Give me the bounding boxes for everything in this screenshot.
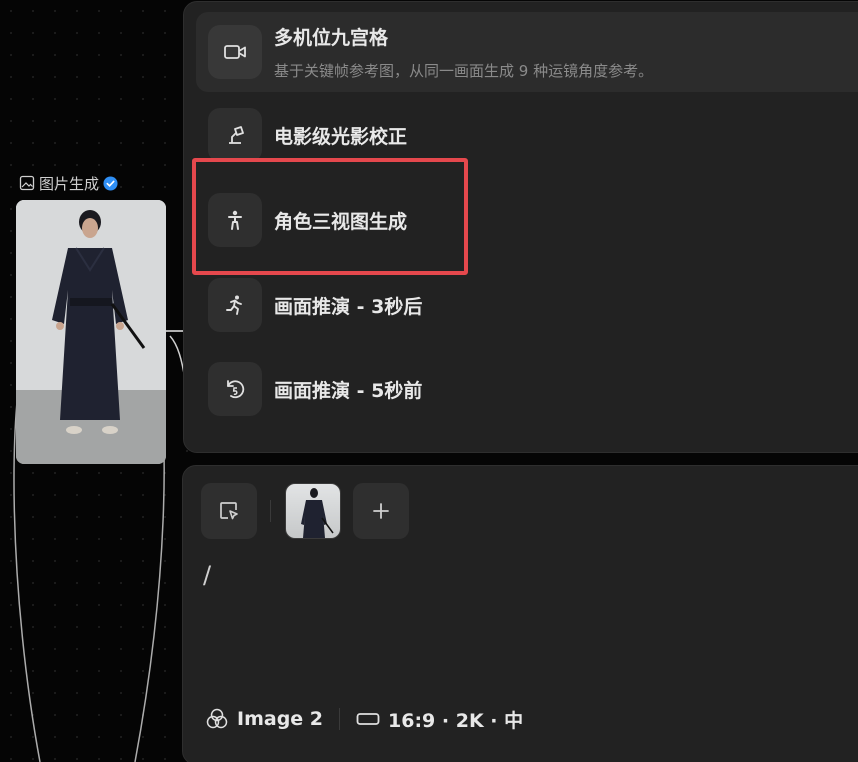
add-reference-button[interactable] bbox=[353, 483, 409, 539]
prompt-input[interactable]: / bbox=[203, 561, 211, 589]
menu-item-multi-camera-grid[interactable]: 多机位九宫格 基于关键帧参考图，从同一画面生成 9 种运镜角度参考。 bbox=[196, 12, 858, 92]
node-header[interactable]: 图片生成 bbox=[19, 172, 118, 194]
model-name: Image 2 bbox=[237, 708, 324, 730]
video-camera-icon bbox=[208, 25, 262, 79]
plus-icon bbox=[373, 503, 389, 519]
select-cursor-icon bbox=[220, 502, 238, 520]
settings-summary: 16:9 · 2K · 中 bbox=[388, 709, 524, 732]
select-area-button[interactable] bbox=[201, 483, 257, 539]
toolbar-divider bbox=[270, 500, 271, 522]
model-selector[interactable]: Image 2 bbox=[205, 707, 323, 731]
menu-item-title: 画面推演 - 3秒后 bbox=[274, 295, 423, 318]
menu-item-title: 电影级光影校正 bbox=[274, 125, 408, 148]
menu-item-title: 多机位九宫格 bbox=[274, 27, 389, 49]
menu-item-forward-3s[interactable]: 画面推演 - 3秒后 bbox=[196, 277, 858, 333]
quick-action-menu: 多机位九宫格 基于关键帧参考图，从同一画面生成 9 种运镜角度参考。 电影级光影… bbox=[183, 1, 858, 453]
samurai-figure-image bbox=[16, 200, 166, 464]
menu-item-cinematic-lighting[interactable]: 电影级光影校正 bbox=[196, 107, 858, 163]
rewind-5-icon bbox=[208, 362, 262, 416]
settings-selector[interactable]: 16:9 · 2K · 中 bbox=[356, 706, 523, 733]
menu-item-title: 角色三视图生成 bbox=[274, 210, 408, 233]
menu-item-description: 基于关键帧参考图，从同一画面生成 9 种运镜角度参考。 bbox=[274, 62, 654, 80]
menu-item-title: 画面推演 - 5秒前 bbox=[274, 379, 423, 402]
image-icon bbox=[19, 175, 35, 191]
model-logo-icon bbox=[206, 708, 228, 729]
footer-divider bbox=[339, 708, 341, 730]
verified-check-icon bbox=[103, 175, 118, 191]
reference-image-thumbnail[interactable] bbox=[285, 483, 341, 539]
menu-item-backward-5s[interactable]: 画面推演 - 5秒前 bbox=[196, 361, 858, 417]
prompt-composer: / Image 2 16:9 · 2K · 中 bbox=[182, 465, 858, 762]
person-standing-icon bbox=[208, 193, 262, 247]
generated-image[interactable] bbox=[16, 200, 166, 464]
aspect-ratio-icon bbox=[356, 713, 380, 725]
node-title: 图片生成 bbox=[39, 174, 100, 193]
composer-footer: Image 2 16:9 · 2K · 中 bbox=[205, 704, 523, 734]
spotlight-icon bbox=[208, 108, 262, 162]
samurai-thumbnail bbox=[301, 488, 334, 538]
running-person-icon bbox=[208, 278, 262, 332]
menu-item-character-three-view[interactable]: 角色三视图生成 bbox=[196, 192, 858, 248]
